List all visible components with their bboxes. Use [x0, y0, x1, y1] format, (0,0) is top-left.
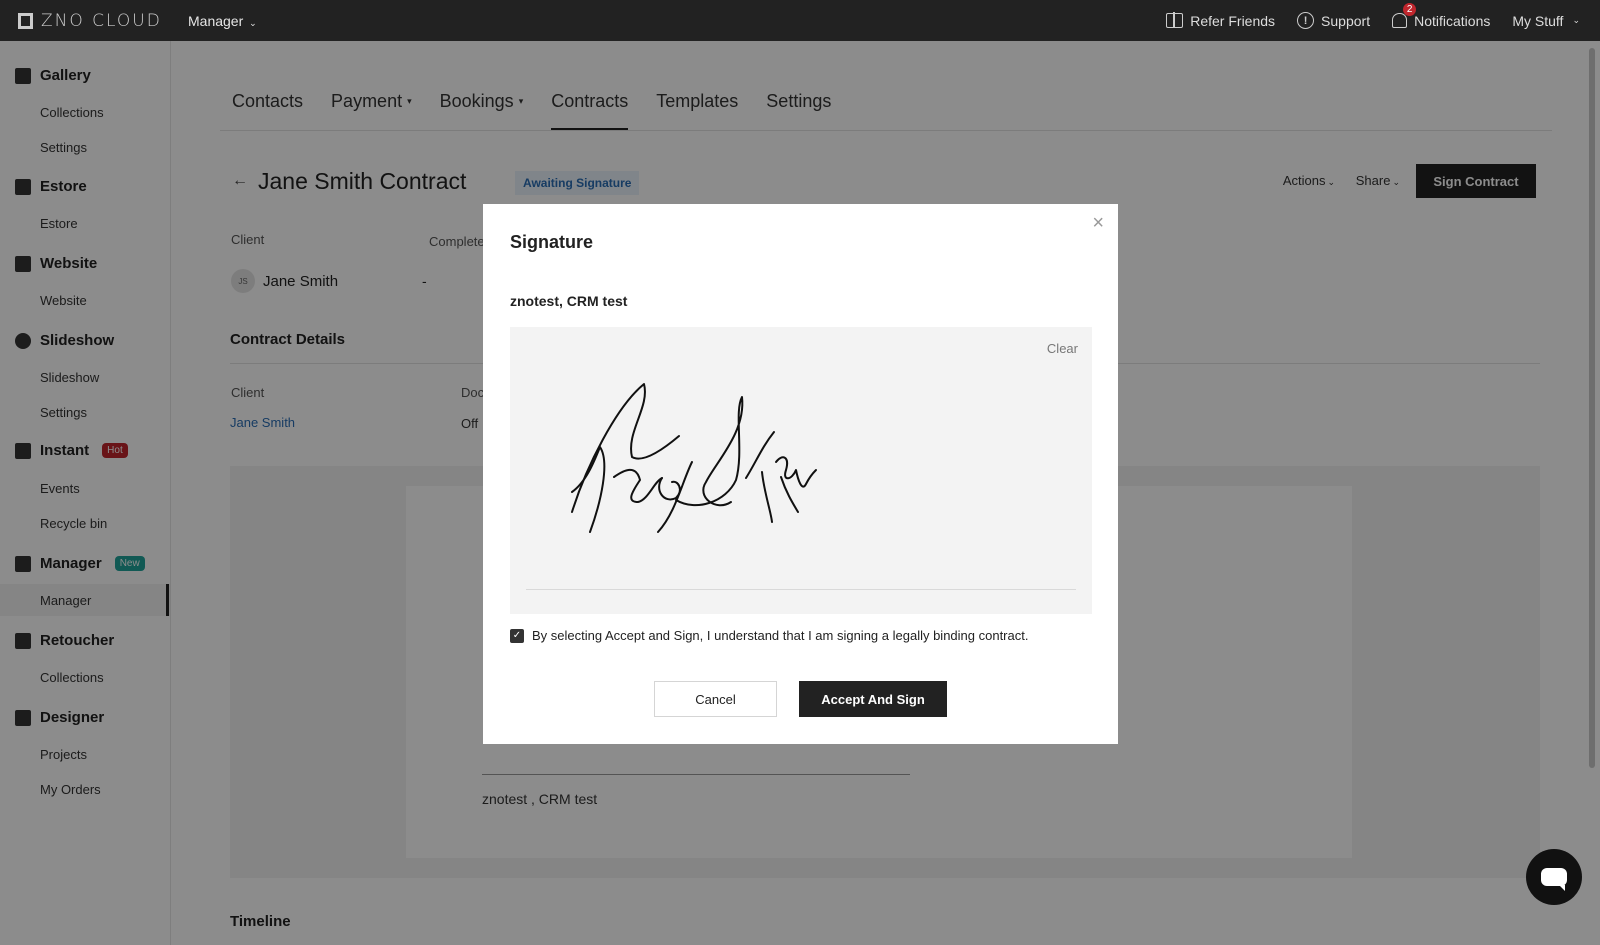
notifications-link[interactable]: 2 Notifications [1392, 3, 1491, 29]
chat-bubble-icon [1541, 868, 1567, 891]
chevron-down-icon: ⌄ [1572, 15, 1580, 25]
refer-friends-link[interactable]: Refer Friends [1166, 12, 1276, 29]
manager-menu-label: Manager [188, 13, 244, 29]
gift-icon [1166, 12, 1184, 28]
notifications-label: Notifications [1414, 12, 1491, 29]
top-bar: ZNO CLOUD Manager ⌄ Refer Friends ! Supp… [0, 0, 1600, 41]
accept-and-sign-button[interactable]: Accept And Sign [799, 681, 947, 717]
consent-row: ✓ By selecting Accept and Sign, I unders… [510, 628, 1028, 643]
logo-text: ZNO CLOUD [41, 11, 162, 31]
signature-drawing [571, 383, 817, 533]
my-stuff-label: My Stuff [1512, 12, 1564, 29]
refer-friends-label: Refer Friends [1190, 12, 1276, 29]
manager-menu[interactable]: Manager ⌄ [188, 13, 257, 29]
zno-logo[interactable]: ZNO CLOUD [18, 11, 162, 31]
close-icon[interactable]: × [1092, 212, 1104, 235]
chevron-down-icon: ⌄ [249, 18, 257, 28]
bell-icon: 2 [1392, 3, 1417, 28]
consent-checkbox[interactable]: ✓ [510, 628, 524, 643]
top-right-menu: Refer Friends ! Support 2 Notifications … [1166, 0, 1580, 41]
chat-button[interactable] [1526, 849, 1582, 905]
logo-icon [18, 13, 33, 29]
signer-name: znotest, CRM test [510, 293, 628, 309]
signature-baseline [526, 589, 1076, 590]
support-link[interactable]: ! Support [1297, 12, 1370, 29]
signature-pad[interactable]: Clear [510, 327, 1092, 614]
info-icon: ! [1297, 12, 1315, 29]
consent-text: By selecting Accept and Sign, I understa… [532, 628, 1029, 643]
my-stuff-menu[interactable]: My Stuff ⌄ [1512, 13, 1580, 29]
dialog-title: Signature [510, 232, 594, 252]
support-label: Support [1321, 12, 1371, 29]
cancel-button[interactable]: Cancel [654, 681, 777, 717]
signature-dialog: Signature × znotest, CRM test Clear ✓ By… [483, 204, 1118, 744]
clear-button[interactable]: Clear [1047, 341, 1078, 356]
notification-count: 2 [1403, 3, 1417, 16]
